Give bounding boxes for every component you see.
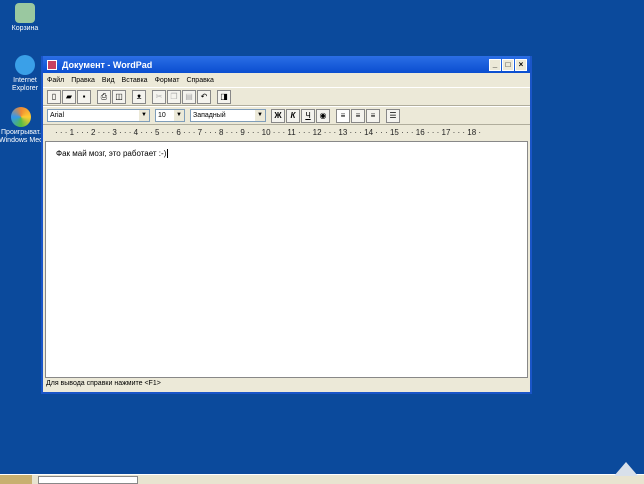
- format-bar: Arial ▼ 10 ▼ Западный ▼ Ж К Ч ◉ ≡ ≡ ≡ ☰: [43, 106, 530, 125]
- recycle-bin-icon: [15, 3, 35, 23]
- cut-icon[interactable]: ✂: [152, 89, 166, 104]
- window-title: Документ - WordPad: [62, 59, 153, 70]
- document-area[interactable]: Фак май мозг, это работает :-): [45, 141, 528, 378]
- menu-help[interactable]: Справка: [186, 77, 213, 84]
- start-button[interactable]: [0, 475, 32, 484]
- desktop-icon-recycle-bin[interactable]: Корзина: [0, 3, 50, 33]
- toolbar: ▯ ▰ ▪ ⎙ ◫ ᴥ ✂ ❐ ▤ ↶ ◨: [43, 87, 530, 106]
- media-player-icon: [11, 107, 31, 127]
- bullets-icon[interactable]: ☰: [386, 108, 400, 123]
- minimize-button[interactable]: _: [489, 58, 501, 71]
- print-preview-icon[interactable]: ◫: [112, 89, 126, 104]
- align-center-icon[interactable]: ≡: [351, 108, 365, 123]
- title-bar[interactable]: Документ - WordPad _ □ ×: [43, 56, 530, 73]
- chevron-down-icon: ▼: [139, 110, 149, 121]
- maximize-button[interactable]: □: [502, 58, 514, 71]
- taskbar: [0, 474, 644, 484]
- align-left-icon[interactable]: ≡: [336, 108, 350, 123]
- menu-edit[interactable]: Правка: [71, 77, 95, 84]
- chevron-down-icon: ▼: [255, 110, 265, 121]
- desktop-icon-media-player[interactable]: Проигрыват. Windows Med: [0, 107, 46, 145]
- menu-bar: Файл Правка Вид Вставка Формат Справка: [43, 73, 530, 87]
- font-size-select[interactable]: 10 ▼: [155, 109, 185, 122]
- menu-format[interactable]: Формат: [155, 77, 180, 84]
- taskbar-item[interactable]: [38, 476, 138, 484]
- underline-button[interactable]: Ч: [301, 108, 315, 123]
- color-icon[interactable]: ◉: [316, 108, 330, 123]
- script-select[interactable]: Западный ▼: [190, 109, 266, 122]
- open-icon[interactable]: ▰: [62, 89, 76, 104]
- menu-file[interactable]: Файл: [47, 77, 64, 84]
- menu-insert[interactable]: Вставка: [122, 77, 148, 84]
- ruler-scale: · · · 1 · · · 2 · · · 3 · · · 4 · · · 5 …: [55, 128, 482, 137]
- align-right-icon[interactable]: ≡: [366, 108, 380, 123]
- new-icon[interactable]: ▯: [47, 89, 61, 104]
- undo-icon[interactable]: ↶: [197, 89, 211, 104]
- font-select[interactable]: Arial ▼: [47, 109, 150, 122]
- wordpad-icon: [47, 59, 57, 70]
- insert-datetime-icon[interactable]: ◨: [217, 89, 231, 104]
- document-text: Фак май мозг, это работает :-): [56, 149, 167, 158]
- ruler[interactable]: · · · 1 · · · 2 · · · 3 · · · 4 · · · 5 …: [43, 125, 530, 140]
- italic-button[interactable]: К: [286, 108, 300, 123]
- bold-button[interactable]: Ж: [271, 108, 285, 123]
- status-bar: Для вывода справки нажмите <F1>: [43, 376, 530, 392]
- copy-icon[interactable]: ❐: [167, 89, 181, 104]
- paste-icon[interactable]: ▤: [182, 89, 196, 104]
- text-cursor: [167, 149, 169, 158]
- scroll-up-arrow-icon[interactable]: [614, 462, 638, 476]
- menu-view[interactable]: Вид: [102, 77, 115, 84]
- find-icon[interactable]: ᴥ: [132, 89, 146, 104]
- ie-icon: [15, 55, 35, 75]
- print-icon[interactable]: ⎙: [97, 89, 111, 104]
- close-button[interactable]: ×: [515, 58, 527, 71]
- save-icon[interactable]: ▪: [77, 89, 91, 104]
- chevron-down-icon: ▼: [174, 110, 184, 121]
- status-text: Для вывода справки нажмите <F1>: [46, 380, 161, 387]
- wordpad-window: Документ - WordPad _ □ × Файл Правка Вид…: [41, 56, 532, 394]
